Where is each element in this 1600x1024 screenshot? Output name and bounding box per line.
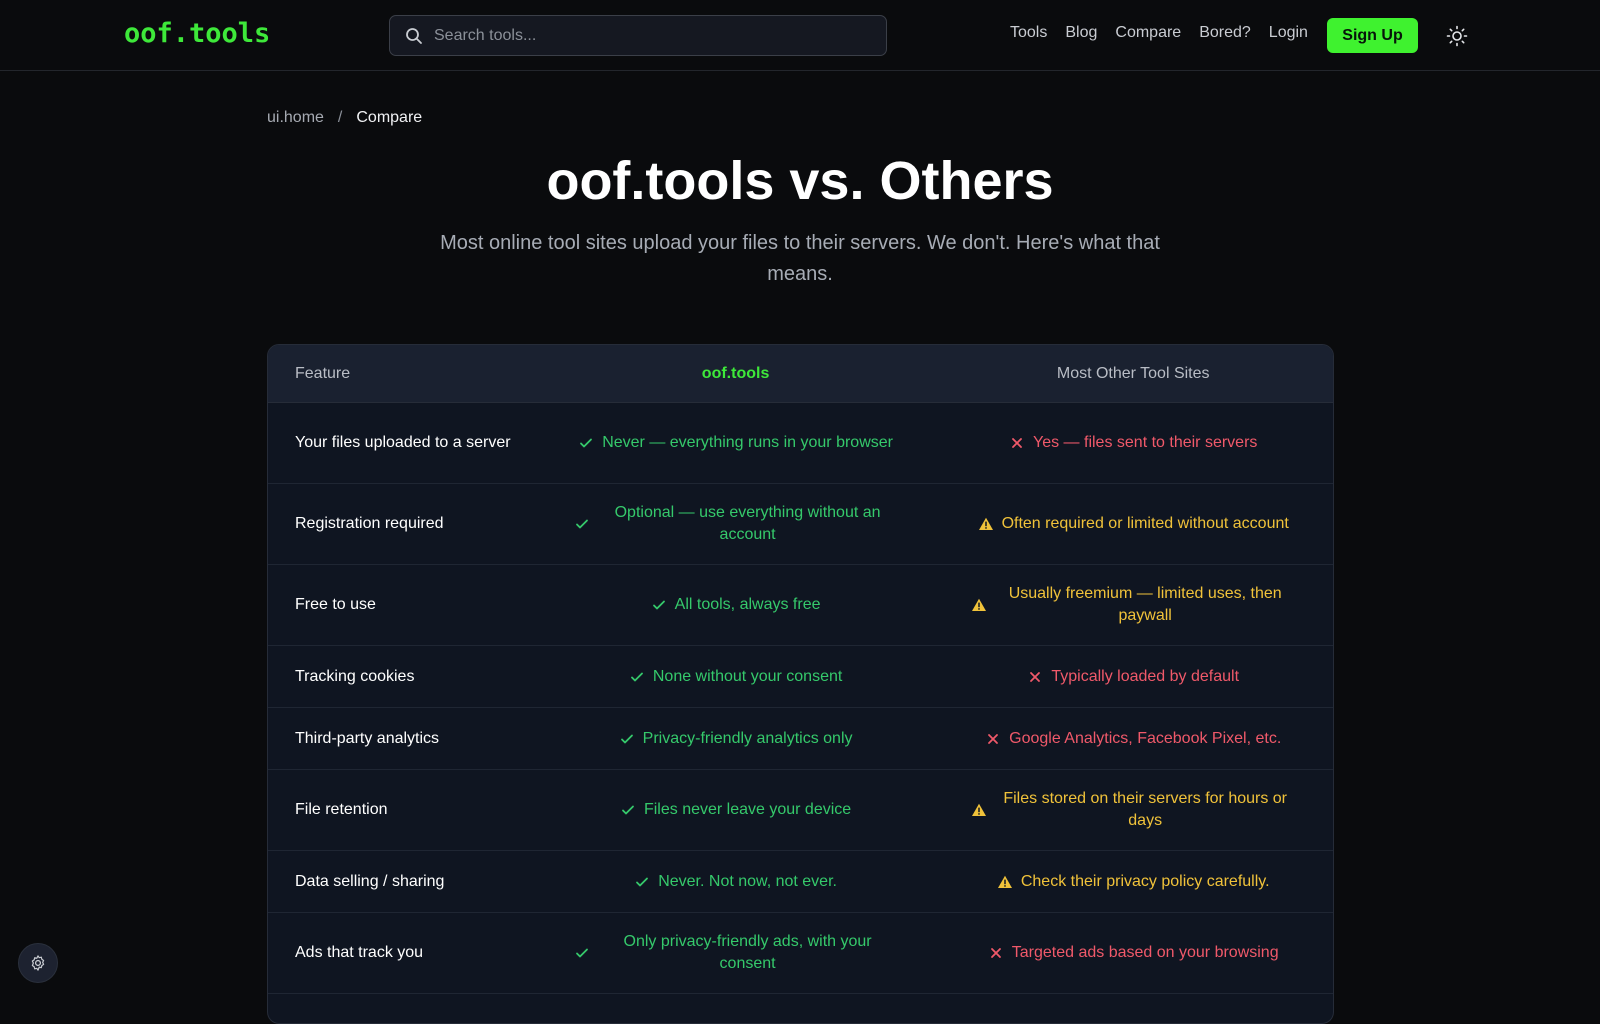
header-oof-tools: oof.tools <box>701 364 770 382</box>
oof-tools-value: None without your consent <box>538 666 934 688</box>
check-icon <box>622 805 634 815</box>
table-row: Ads that track you Only privacy-friendly … <box>268 913 1333 994</box>
sign-up-button[interactable]: Sign Up <box>1327 18 1418 53</box>
nav-link-blog[interactable]: Blog <box>1065 24 1097 42</box>
table-body: Your files uploaded to a server Never — e… <box>268 403 1333 994</box>
other-sites-value-text: Google Analytics, Facebook Pixel, etc. <box>1009 729 1282 747</box>
table-row: Registration required Optional — use ever… <box>268 484 1333 565</box>
nav-link-tools[interactable]: Tools <box>1010 24 1047 42</box>
nav-link-bored[interactable]: Bored? <box>1199 24 1251 42</box>
other-sites-value: Files stored on their servers for hours … <box>933 788 1333 832</box>
nav-link-login[interactable]: Login <box>1269 24 1308 42</box>
feature-label: Registration required <box>295 515 444 532</box>
other-sites-value: Targeted ads based on your browsing <box>933 942 1333 964</box>
warning-icon <box>972 803 987 816</box>
cross-icon <box>990 948 1001 958</box>
settings-button[interactable] <box>18 943 58 983</box>
warning-icon <box>978 517 993 530</box>
oof-tools-value: Privacy-friendly analytics only <box>538 728 934 750</box>
oof-tools-value-text: Only privacy-friendly ads, with your con… <box>623 933 872 972</box>
check-icon <box>580 438 593 448</box>
header-feature: Feature <box>295 364 351 382</box>
check-icon <box>636 877 649 886</box>
oof-tools-value: Never — everything runs in your browser <box>538 432 934 454</box>
other-sites-value-text: Yes — files sent to their servers <box>1033 434 1258 451</box>
search-input[interactable] <box>434 16 874 55</box>
table-row: Your files uploaded to a server Never — e… <box>268 403 1333 484</box>
oof-tools-value-text: All tools, always free <box>674 596 821 613</box>
site-logo[interactable]: oof.tools <box>124 18 270 49</box>
other-sites-value: Often required or limited without accoun… <box>933 513 1333 535</box>
other-sites-value: Usually freemium — limited uses, then pa… <box>933 583 1333 627</box>
other-sites-value: Check their privacy policy carefully. <box>933 871 1333 893</box>
oof-tools-value: All tools, always free <box>538 594 934 616</box>
breadcrumb-home-link[interactable]: ui.home <box>267 109 324 127</box>
oof-tools-value: Only privacy-friendly ads, with your con… <box>538 931 934 975</box>
oof-tools-value: Never. Not now, not ever. <box>538 871 934 893</box>
table-row: File retention Files never leave your dev… <box>268 770 1333 851</box>
nav-link-compare[interactable]: Compare <box>1115 24 1181 42</box>
other-sites-value-text: Usually freemium — limited uses, then pa… <box>1008 585 1282 624</box>
warning-icon <box>972 598 987 611</box>
feature-label: Data selling / sharing <box>295 872 445 890</box>
header-other-sites: Most Other Tool Sites <box>1056 364 1210 382</box>
breadcrumb: ui.home / Compare <box>267 109 422 127</box>
check-icon <box>575 519 588 529</box>
feature-label: Tracking cookies <box>295 667 415 685</box>
other-sites-value-text: Files stored on their servers for hours … <box>1003 790 1288 829</box>
search-icon <box>406 28 422 44</box>
oof-tools-value-text: Optional — use everything without an acc… <box>614 504 881 543</box>
oof-tools-value-text: Privacy-friendly analytics only <box>642 729 853 747</box>
check-icon <box>575 948 588 958</box>
feature-label: Ads that track you <box>295 944 424 961</box>
table-row: Third-party analytics Privacy-friendly an… <box>268 708 1333 770</box>
cross-icon <box>1030 671 1041 682</box>
top-navigation-bar: oof.tools Tools Blog Compare Bored? Logi… <box>0 0 1600 71</box>
page-title: oof.tools vs. Others <box>546 151 1054 211</box>
oof-tools-value: Files never leave your device <box>538 799 934 821</box>
other-sites-value-text: Typically loaded by default <box>1051 667 1240 685</box>
cross-icon <box>1012 438 1022 448</box>
feature-label: Your files uploaded to a server <box>295 434 511 451</box>
breadcrumb-separator: / <box>337 109 343 126</box>
other-sites-value: Google Analytics, Facebook Pixel, etc. <box>933 728 1333 750</box>
main-nav: Tools Blog Compare Bored? Login <box>1010 24 1326 42</box>
comparison-table: Feature oof.tools Most Other Tool Sites … <box>267 344 1334 1024</box>
feature-label: Free to use <box>295 596 376 613</box>
other-sites-value-text: Often required or limited without accoun… <box>1001 515 1289 532</box>
other-sites-value-text: Targeted ads based on your browsing <box>1011 944 1279 961</box>
sun-icon[interactable] <box>1446 25 1468 47</box>
oof-tools-value-text: Never — everything runs in your browser <box>602 434 893 451</box>
gear-icon <box>31 955 45 971</box>
check-icon <box>630 672 643 681</box>
check-icon <box>652 600 665 610</box>
other-sites-value: Yes — files sent to their servers <box>933 432 1333 454</box>
breadcrumb-current: Compare <box>356 109 423 126</box>
check-icon <box>620 734 633 743</box>
table-row: Free to use All tools, always free Usually… <box>268 565 1333 646</box>
table-row: Data selling / sharing Never. Not now, no… <box>268 851 1333 913</box>
oof-tools-value: Optional — use everything without an acc… <box>538 502 934 546</box>
cross-icon <box>988 733 999 744</box>
warning-icon <box>997 875 1012 888</box>
page-subtitle: Most online tool sites upload your files… <box>440 232 1160 285</box>
oof-tools-value-text: Files never leave your device <box>643 801 852 818</box>
search-box[interactable] <box>389 15 887 56</box>
table-row: Tracking cookies None without your consen… <box>268 646 1333 708</box>
table-header-row: Feature oof.tools Most Other Tool Sites <box>268 345 1333 403</box>
feature-label: Third-party analytics <box>295 729 440 747</box>
oof-tools-value-text: None without your consent <box>652 667 843 685</box>
other-sites-value-text: Check their privacy policy carefully. <box>1020 872 1270 890</box>
oof-tools-value-text: Never. Not now, not ever. <box>658 872 837 890</box>
feature-label: File retention <box>295 801 388 818</box>
other-sites-value: Typically loaded by default <box>933 666 1333 688</box>
